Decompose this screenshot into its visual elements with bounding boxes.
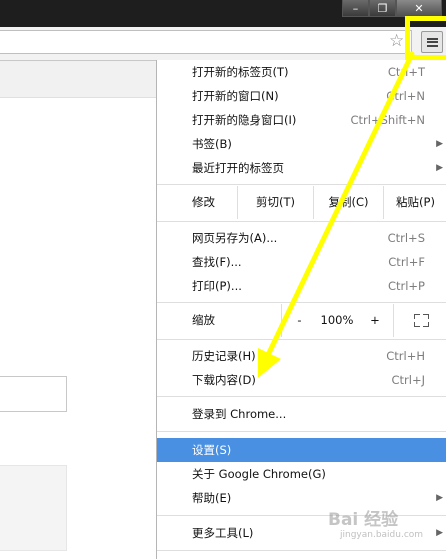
- menu-separator: [157, 550, 446, 551]
- menu-item-shortcut: Ctrl+F: [388, 255, 425, 269]
- menu-item-label: 书签(B): [192, 137, 232, 151]
- menu-item-shortcut: Ctrl+T: [387, 65, 425, 79]
- menu-item-settings[interactable]: 设置(S): [157, 438, 446, 462]
- menu-separator: [157, 515, 446, 516]
- menu-separator: [157, 396, 446, 397]
- menu-edit-row: 修改 剪切(T) 复制(C) 粘贴(P): [157, 186, 446, 219]
- menu-item-new-incognito[interactable]: 打开新的隐身窗口(I) Ctrl+Shift+N: [157, 108, 446, 132]
- menu-item-shortcut: Ctrl+P: [387, 279, 425, 293]
- browser-toolbar: ☆: [0, 27, 446, 61]
- menu-item-label: 登录到 Chrome...: [192, 407, 287, 421]
- submenu-arrow-icon: ▶: [436, 493, 443, 503]
- menu-item-label: 帮助(E): [192, 491, 232, 505]
- menu-item-signin[interactable]: 登录到 Chrome...: [157, 402, 446, 426]
- menu-item-label: 网页另存为(A)...: [192, 231, 278, 245]
- menu-item-bookmarks[interactable]: 书签(B) ▶: [157, 132, 446, 156]
- menu-item-new-tab[interactable]: 打开新的标签页(T) Ctrl+T: [157, 60, 446, 84]
- zoom-label: 缩放: [192, 313, 215, 327]
- menu-item-label: 更多工具(L): [192, 526, 254, 540]
- baidu-watermark-sub: jingyan.baidu.com: [340, 530, 424, 540]
- menu-item-recent-tabs[interactable]: 最近打开的标签页 ▶: [157, 156, 446, 180]
- zoom-in-button[interactable]: +: [357, 304, 393, 337]
- submenu-arrow-icon: ▶: [436, 139, 443, 149]
- maximize-button[interactable]: ❐: [369, 0, 396, 17]
- menu-separator: [157, 431, 446, 432]
- menu-item-save-page[interactable]: 网页另存为(A)... Ctrl+S: [157, 226, 446, 250]
- menu-item-label: 打开新的标签页(T): [192, 65, 289, 79]
- page-header-strip: [0, 61, 156, 98]
- menu-item-label: 查找(F)...: [192, 255, 242, 269]
- menu-item-new-window[interactable]: 打开新的窗口(N) Ctrl+N: [157, 84, 446, 108]
- menu-item-label: 打印(P)...: [192, 279, 242, 293]
- menu-item-shortcut: Ctrl+J: [391, 373, 426, 387]
- bookmark-star-icon[interactable]: ☆: [389, 31, 404, 51]
- menu-item-help[interactable]: 帮助(E) ▶: [157, 486, 446, 510]
- menu-item-label: 打开新的隐身窗口(I): [192, 113, 297, 127]
- menu-item-label: 打开新的窗口(N): [192, 89, 279, 103]
- copy-button[interactable]: 复制(C): [313, 186, 383, 219]
- menu-separator: [157, 339, 446, 340]
- close-button[interactable]: ✕: [396, 0, 442, 17]
- fullscreen-icon: [414, 314, 429, 327]
- edit-label: 修改: [192, 195, 215, 209]
- highlight-box: [405, 16, 446, 60]
- chrome-dropdown-menu: 打开新的标签页(T) Ctrl+T 打开新的窗口(N) Ctrl+N 打开新的隐…: [156, 60, 446, 559]
- menu-item-label: 最近打开的标签页: [192, 161, 284, 175]
- paste-button[interactable]: 粘贴(P): [383, 186, 446, 219]
- menu-item-label: 设置(S): [192, 443, 232, 457]
- menu-item-shortcut: Ctrl+S: [387, 231, 425, 245]
- baidu-watermark: Bai 经验: [328, 510, 399, 530]
- menu-item-shortcut: Ctrl+N: [386, 89, 425, 103]
- menu-item-find[interactable]: 查找(F)... Ctrl+F: [157, 250, 446, 274]
- submenu-arrow-icon: ▶: [436, 528, 443, 538]
- menu-item-shortcut: Ctrl+Shift+N: [350, 113, 425, 127]
- submenu-arrow-icon: ▶: [436, 163, 443, 173]
- menu-item-print[interactable]: 打印(P)... Ctrl+P: [157, 274, 446, 298]
- menu-item-about[interactable]: 关于 Google Chrome(G): [157, 462, 446, 486]
- menu-item-shortcut: Ctrl+H: [386, 349, 425, 363]
- menu-item-label: 下载内容(D): [192, 373, 256, 387]
- menu-item-label: 历史记录(H): [192, 349, 256, 363]
- address-bar[interactable]: [0, 30, 412, 54]
- menu-item-history[interactable]: 历史记录(H) Ctrl+H: [157, 344, 446, 368]
- menu-zoom-row: 缩放 - 100% +: [157, 304, 446, 337]
- menu-separator: [157, 221, 446, 222]
- window-title-bar: – ❐ ✕: [0, 0, 446, 27]
- page-card: [0, 465, 67, 551]
- zoom-out-button[interactable]: -: [281, 304, 317, 337]
- menu-separator: [157, 302, 446, 303]
- menu-separator: [157, 184, 446, 185]
- cut-button[interactable]: 剪切(T): [237, 186, 313, 219]
- minimize-button[interactable]: –: [342, 0, 369, 17]
- menu-item-label: 关于 Google Chrome(G): [192, 467, 326, 481]
- zoom-level: 100%: [320, 313, 354, 327]
- page-input-field[interactable]: [0, 376, 67, 412]
- menu-item-downloads[interactable]: 下载内容(D) Ctrl+J: [157, 368, 446, 392]
